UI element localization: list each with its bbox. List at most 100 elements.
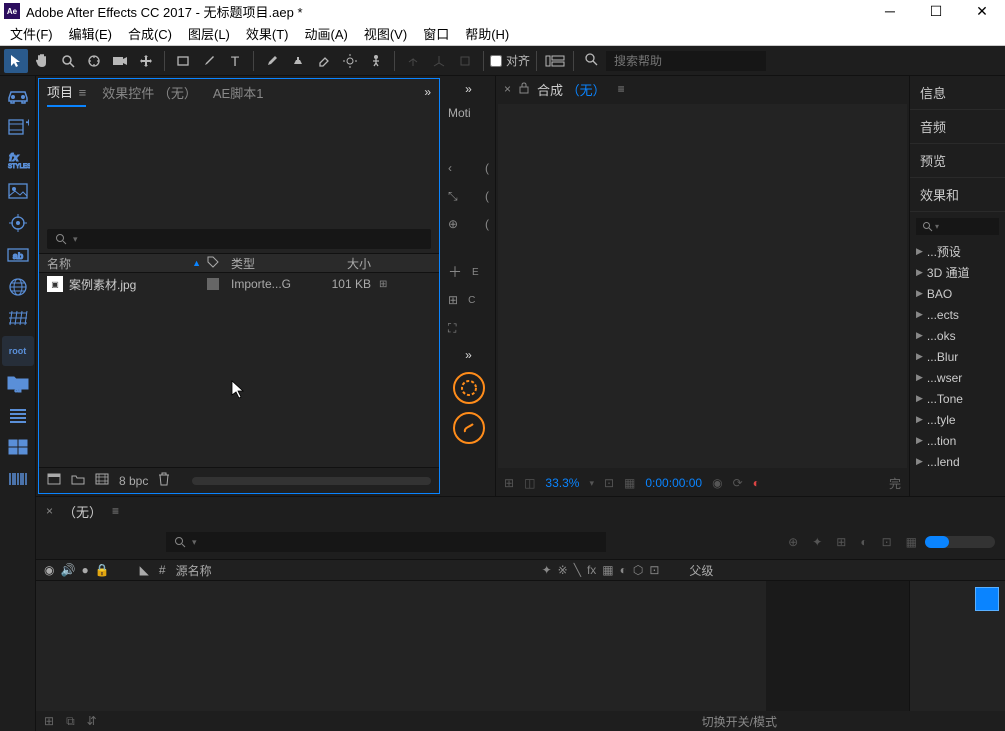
- mid-row-3[interactable]: ⊕(: [442, 210, 495, 238]
- new-folder-icon[interactable]: [71, 473, 85, 488]
- selection-tool[interactable]: [4, 49, 28, 73]
- comp-footer-icon2[interactable]: ◫: [524, 476, 535, 490]
- switch-icon-7[interactable]: ⬡: [633, 563, 643, 577]
- project-row[interactable]: ▣ 案例素材.jpg Importe...G 101 KB ⊞: [39, 273, 439, 295]
- timeline-zoom-slider[interactable]: [925, 536, 995, 548]
- effect-category[interactable]: ▶...wser: [910, 367, 1005, 388]
- snapshot-icon[interactable]: ◉: [712, 476, 722, 490]
- switch-icon-6[interactable]: ◐: [620, 563, 627, 577]
- comp-viewer[interactable]: [498, 104, 907, 468]
- current-time[interactable]: 0:00:00:00: [645, 476, 702, 490]
- effects-search[interactable]: ▾: [916, 218, 999, 235]
- hand-tool[interactable]: [30, 49, 54, 73]
- speaker-column-icon[interactable]: 🔊: [60, 563, 75, 577]
- clone-stamp-tool[interactable]: [286, 49, 310, 73]
- camera-tool[interactable]: [108, 49, 132, 73]
- switch-icon-4[interactable]: fx: [587, 563, 596, 577]
- tab-project[interactable]: 项目 ≡: [47, 78, 86, 107]
- resolution-icon[interactable]: ⊡: [604, 476, 614, 490]
- bpc-label[interactable]: 8 bpc: [119, 474, 148, 488]
- timeline-layer-area[interactable]: [36, 581, 766, 711]
- local-axis-icon[interactable]: [401, 49, 425, 73]
- tl-btn-2[interactable]: ✦: [812, 535, 822, 549]
- mid-row-2[interactable]: ⤡(: [442, 182, 495, 210]
- expand-icon[interactable]: ⛶: [442, 314, 495, 342]
- maximize-button[interactable]: ☐: [913, 0, 959, 22]
- tl-footer-icon1[interactable]: ⊞: [44, 714, 54, 728]
- minimize-button[interactable]: ─: [867, 0, 913, 22]
- index-column[interactable]: #: [159, 563, 166, 577]
- effect-category[interactable]: ▶BAO: [910, 283, 1005, 304]
- effect-category[interactable]: ▶...tyle: [910, 409, 1005, 430]
- tl-btn-3[interactable]: ⊞: [836, 535, 846, 549]
- globe-icon[interactable]: [2, 272, 34, 302]
- root-icon[interactable]: root: [2, 336, 34, 366]
- panel-preview[interactable]: 预览: [910, 144, 1005, 178]
- zoom-level[interactable]: 33.3%: [545, 476, 579, 490]
- col-size[interactable]: 大小: [311, 255, 371, 272]
- comp-menu-icon[interactable]: ≡: [618, 82, 625, 96]
- grid-icon[interactable]: [2, 304, 34, 334]
- trash-icon[interactable]: [158, 472, 170, 489]
- col-name[interactable]: 名称: [47, 255, 71, 272]
- timeline-close-icon[interactable]: ×: [46, 504, 53, 518]
- comp-footer-icon1[interactable]: ⊞: [504, 476, 514, 490]
- tl-btn-5[interactable]: ⊡: [882, 535, 892, 549]
- tl-footer-icon3[interactable]: ⇵: [87, 714, 97, 728]
- switch-icon-1[interactable]: ✦: [542, 563, 552, 577]
- effect-category[interactable]: ▶...oks: [910, 325, 1005, 346]
- interpret-icon[interactable]: [47, 473, 61, 488]
- menu-layer[interactable]: 图层(L): [180, 21, 238, 46]
- view-axis-icon[interactable]: [453, 49, 477, 73]
- solo-column-icon[interactable]: ●: [81, 563, 88, 577]
- panel-effects-presets[interactable]: 效果和: [910, 178, 1005, 212]
- panel-info[interactable]: 信息: [910, 76, 1005, 110]
- add-behavior-icon[interactable]: ＋E: [442, 258, 495, 286]
- close-button[interactable]: ✕: [959, 0, 1005, 22]
- world-axis-icon[interactable]: [427, 49, 451, 73]
- switch-icon-8[interactable]: ⊡: [649, 563, 659, 577]
- switch-icon-3[interactable]: ╲: [574, 563, 581, 577]
- menu-help[interactable]: 帮助(H): [457, 21, 517, 46]
- tl-btn-4[interactable]: ◐: [860, 535, 867, 549]
- tab-ae-script[interactable]: AE脚本1: [213, 79, 264, 106]
- snap-toggle[interactable]: 对齐: [490, 52, 530, 69]
- switch-icon-2[interactable]: ※: [558, 563, 568, 577]
- menu-animation[interactable]: 动画(A): [297, 21, 356, 46]
- tl-btn-1[interactable]: ⊕: [788, 535, 798, 549]
- pen-tool[interactable]: [197, 49, 221, 73]
- tl-footer-icon2[interactable]: ⧉: [66, 714, 75, 729]
- lock-column-icon[interactable]: 🔒: [95, 563, 110, 577]
- target-icon[interactable]: [2, 208, 34, 238]
- project-search[interactable]: ▾: [47, 229, 431, 249]
- align-checkbox[interactable]: [490, 55, 502, 67]
- flowchart-icon[interactable]: ⊞: [379, 279, 387, 290]
- switch-mode-button[interactable]: 切换开关/模式: [702, 713, 777, 730]
- workspace-switcher-icon[interactable]: [543, 49, 567, 73]
- brush-round-icon[interactable]: [453, 412, 485, 444]
- panels-icon[interactable]: [2, 432, 34, 462]
- tabs-overflow-icon[interactable]: »: [424, 85, 431, 99]
- label-column-icon[interactable]: ◣: [140, 563, 149, 577]
- source-name-column[interactable]: 源名称: [176, 562, 212, 579]
- panel-menu-icon[interactable]: ≡: [79, 85, 87, 100]
- folder-all-icon[interactable]: all: [2, 368, 34, 398]
- film-add-icon[interactable]: +: [2, 112, 34, 142]
- timeline-search[interactable]: ▾: [166, 532, 606, 552]
- timeline-menu-icon[interactable]: ≡: [112, 504, 119, 518]
- rectangle-tool[interactable]: [171, 49, 195, 73]
- show-snapshot-icon[interactable]: ⟳: [733, 476, 743, 490]
- region-icon[interactable]: ◐: [753, 476, 760, 490]
- timeline-tile-icon[interactable]: [975, 587, 999, 611]
- menu-composition[interactable]: 合成(C): [120, 21, 180, 46]
- orbit-tool[interactable]: [82, 49, 106, 73]
- new-comp-icon[interactable]: [95, 473, 109, 488]
- eraser-tool[interactable]: [312, 49, 336, 73]
- picture-icon[interactable]: [2, 176, 34, 206]
- menu-edit[interactable]: 编辑(E): [61, 21, 120, 46]
- tl-btn-6[interactable]: ▦: [906, 535, 917, 549]
- ab-box-icon[interactable]: ab: [2, 240, 34, 270]
- tab-effect-controls[interactable]: 效果控件 （无）: [102, 79, 197, 106]
- zoom-tool[interactable]: [56, 49, 80, 73]
- effect-category[interactable]: ▶...lend: [910, 451, 1005, 472]
